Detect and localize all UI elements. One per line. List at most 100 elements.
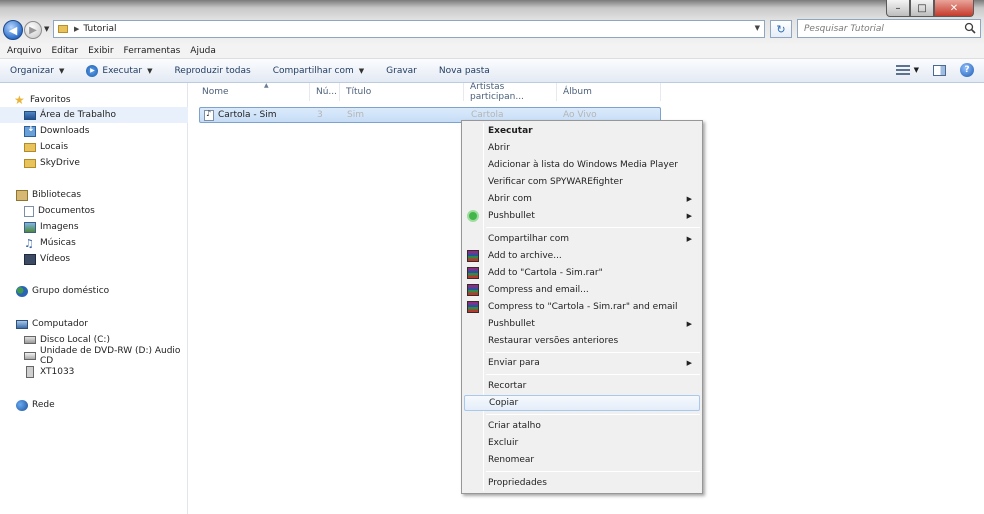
homegroup-icon — [16, 285, 28, 297]
submenu-arrow-icon: ▶ — [686, 235, 692, 243]
menu-item-add-archive[interactable]: Add to archive... — [464, 248, 700, 264]
nav-network[interactable]: Rede — [0, 397, 188, 413]
menu-item-execute[interactable]: Executar — [464, 123, 700, 139]
help-icon[interactable]: ? — [960, 63, 974, 77]
recent-places-icon — [24, 142, 36, 152]
search-icon[interactable] — [964, 22, 976, 34]
breadcrumb-arrow-icon[interactable]: ▶ — [74, 25, 79, 33]
menu-item-restore-versions[interactable]: Restaurar versões anteriores — [464, 333, 700, 349]
images-icon — [24, 221, 36, 233]
column-header-title[interactable]: Título — [340, 83, 464, 101]
menu-item-pushbullet-2[interactable]: Pushbullet ▶ — [464, 316, 700, 332]
nav-computer[interactable]: Computador — [0, 316, 188, 332]
nav-dvd-drive[interactable]: Unidade de DVD-RW (D:) Audio CD — [0, 346, 188, 366]
burn-button[interactable]: Gravar — [386, 66, 417, 76]
column-header-name[interactable]: Nome — [196, 83, 310, 101]
nav-recent[interactable]: Locais — [0, 139, 188, 155]
winrar-icon — [467, 301, 479, 313]
column-header-album[interactable]: Álbum — [557, 83, 661, 101]
menu-item-label: Executar — [488, 126, 533, 136]
menu-item-pushbullet[interactable]: Pushbullet ▶ — [464, 208, 700, 224]
menu-ferramentas[interactable]: Ferramentas — [124, 46, 181, 56]
menu-item-label: Compress to "Cartola - Sim.rar" and emai… — [488, 302, 678, 312]
nav-libraries[interactable]: Bibliotecas — [0, 187, 188, 203]
column-header-artists[interactable]: Artistas participan... — [464, 82, 557, 102]
burn-label: Gravar — [386, 65, 417, 76]
address-dropdown-icon[interactable]: ▼ — [755, 24, 760, 32]
column-artists-label: Artistas participan... — [470, 82, 524, 102]
submenu-arrow-icon: ▶ — [686, 320, 692, 328]
pushbullet-icon — [467, 210, 479, 222]
execute-label: Executar — [102, 65, 143, 76]
network-icon — [16, 399, 28, 411]
menu-item-open[interactable]: Abrir — [464, 140, 700, 156]
view-controls: ▼ ? — [895, 63, 984, 77]
menu-item-label: Pushbullet — [488, 211, 535, 221]
chevron-down-icon: ▼ — [358, 66, 365, 75]
nav-videos-label: Vídeos — [40, 254, 71, 264]
nav-videos[interactable]: Vídeos — [0, 251, 188, 267]
nav-documents[interactable]: Documentos — [0, 203, 188, 219]
new-folder-button[interactable]: Nova pasta — [439, 66, 490, 76]
maximize-button[interactable]: □ — [910, 0, 934, 17]
nav-dvd-drive-label: Unidade de DVD-RW (D:) Audio CD — [40, 346, 181, 366]
menu-item-open-with[interactable]: Abrir com ▶ — [464, 191, 700, 207]
menu-item-verify-spyware[interactable]: Verificar com SPYWAREfighter — [464, 174, 700, 190]
phone-icon — [26, 366, 34, 378]
menu-item-share-with[interactable]: Compartilhar com ▶ — [464, 231, 700, 247]
nav-favorites[interactable]: ★ Favoritos — [14, 92, 202, 108]
menu-item-cut[interactable]: Recortar — [464, 378, 700, 394]
menu-item-delete[interactable]: Excluir — [464, 435, 700, 451]
menu-item-label: Excluir — [488, 438, 519, 448]
menu-arquivo[interactable]: Arquivo — [7, 46, 41, 56]
preview-pane-icon[interactable] — [933, 64, 946, 76]
nav-desktop[interactable]: Área de Trabalho — [0, 107, 188, 123]
menu-item-compress-email[interactable]: Compress and email... — [464, 282, 700, 298]
breadcrumb-tutorial[interactable]: Tutorial — [83, 24, 116, 34]
back-button[interactable]: ◀ — [3, 20, 23, 40]
menu-item-send-to[interactable]: Enviar para ▶ — [464, 355, 700, 371]
address-bar[interactable]: ▶ Tutorial ▼ — [53, 20, 765, 38]
search-input[interactable] — [804, 23, 964, 34]
share-with-button[interactable]: Compartilhar com ▼ — [273, 66, 364, 76]
close-button[interactable]: ✕ — [934, 0, 974, 17]
menu-editar[interactable]: Editar — [51, 46, 78, 56]
organize-button[interactable]: Organizar ▼ — [10, 66, 64, 76]
view-options-icon[interactable] — [895, 65, 910, 75]
menu-exibir[interactable]: Exibir — [88, 46, 113, 56]
search-box[interactable] — [797, 19, 981, 38]
file-name: Cartola - Sim — [218, 110, 277, 120]
menu-item-rename[interactable]: Renomear — [464, 452, 700, 468]
nav-music[interactable]: ♫ Músicas — [0, 235, 188, 251]
menu-item-add-wmp[interactable]: Adicionar à lista do Windows Media Playe… — [464, 157, 700, 173]
minimize-button[interactable]: – — [886, 0, 910, 17]
menu-item-copy[interactable]: Copiar — [464, 395, 700, 411]
organize-label: Organizar — [10, 65, 54, 76]
menu-item-create-shortcut[interactable]: Criar atalho — [464, 418, 700, 434]
menu-item-label: Verificar com SPYWAREfighter — [488, 177, 623, 187]
nav-homegroup[interactable]: Grupo doméstico — [0, 283, 188, 299]
nav-documents-label: Documentos — [38, 206, 95, 216]
play-all-button[interactable]: Reproduzir todas — [174, 66, 250, 76]
menu-ajuda[interactable]: Ajuda — [190, 46, 216, 56]
menu-item-add-to-rar[interactable]: Add to "Cartola - Sim.rar" — [464, 265, 700, 281]
nav-skydrive[interactable]: SkyDrive — [0, 155, 188, 171]
nav-recent-label: Locais — [40, 142, 69, 152]
play-all-label: Reproduzir todas — [174, 65, 251, 76]
nav-music-label: Músicas — [40, 238, 76, 248]
view-dropdown-icon[interactable]: ▼ — [914, 66, 919, 74]
menu-item-label: Compartilhar com — [488, 234, 570, 244]
recent-pages-dropdown[interactable]: ▼ — [44, 25, 49, 33]
refresh-button[interactable]: ↻ — [770, 20, 792, 38]
menu-item-properties[interactable]: Propriedades — [464, 475, 700, 491]
command-bar: Organizar ▼ ▶ Executar ▼ Reproduzir toda… — [0, 59, 984, 83]
column-album-label: Álbum — [563, 87, 592, 97]
column-header-number[interactable]: Nú... — [310, 83, 340, 101]
execute-button[interactable]: ▶ Executar ▼ — [86, 64, 152, 77]
desktop-icon — [24, 110, 36, 120]
forward-button[interactable]: ▶ — [24, 21, 42, 39]
menu-item-compress-rar-email[interactable]: Compress to "Cartola - Sim.rar" and emai… — [464, 299, 700, 315]
nav-images[interactable]: Imagens — [0, 219, 188, 235]
nav-device[interactable]: XT1033 — [0, 364, 188, 380]
nav-downloads[interactable]: Downloads — [0, 123, 188, 139]
